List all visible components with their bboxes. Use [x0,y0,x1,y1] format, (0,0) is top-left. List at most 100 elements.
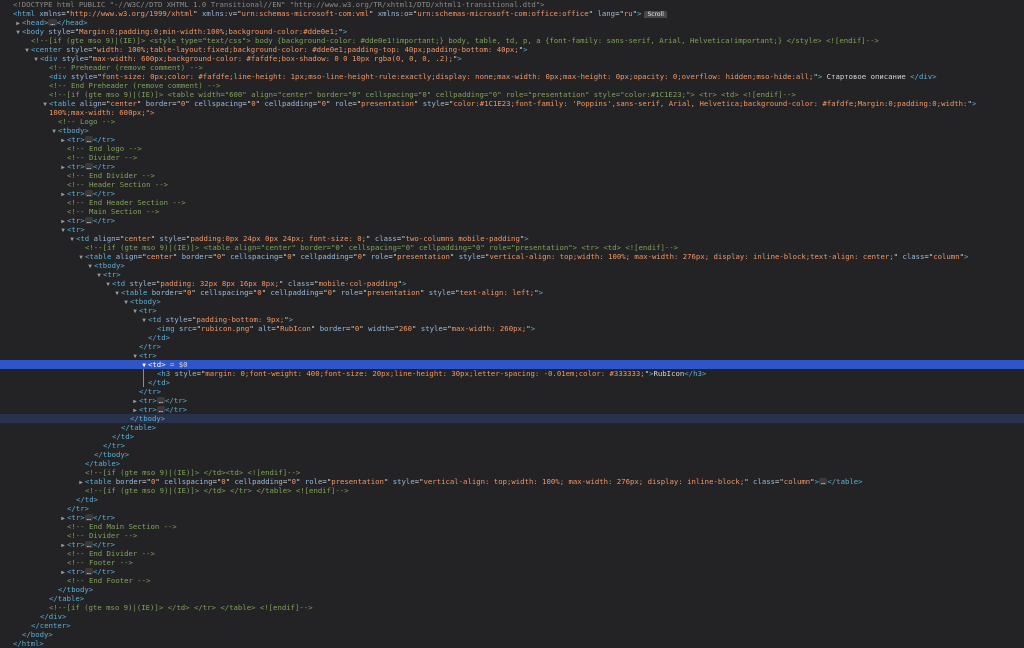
dom-node-row[interactable]: ▶ <tr>… </tr> [0,396,1024,405]
expand-arrow-icon[interactable]: ▶ [59,541,67,549]
dom-node-row[interactable]: </html> [0,639,1024,648]
expand-arrow-icon[interactable]: ▶ [131,397,139,405]
dom-node-row[interactable]: <!-- Logo --> [0,117,1024,126]
collapsed-ellipsis[interactable]: … [48,19,57,26]
dom-node-row[interactable]: <!--[if (gte mso 9)|(IE)]> <table align=… [0,243,1024,252]
dom-node-row[interactable]: </tbody> [0,450,1024,459]
dom-node-row[interactable]: ▶ <tr>… </tr> [0,405,1024,414]
dom-node-row[interactable]: </tr> [0,441,1024,450]
collapsed-ellipsis[interactable]: … [84,541,94,548]
collapsed-ellipsis[interactable]: … [84,568,94,575]
collapse-arrow-icon[interactable]: ▼ [113,289,121,297]
collapse-arrow-icon[interactable]: ▼ [77,253,85,261]
dom-node-row[interactable]: </tbody> [0,585,1024,594]
dom-node-row[interactable]: </body> [0,630,1024,639]
dom-node-row[interactable]: ▼ <table align="center" border="0" cellsp… [0,99,1024,108]
dom-node-row[interactable]: ▼ <tr> [0,306,1024,315]
expand-arrow-icon[interactable]: ▶ [59,190,67,198]
dom-node-row[interactable]: ▼ <tr> [0,270,1024,279]
dom-node-row[interactable]: <!-- Main Section --> [0,207,1024,216]
dom-node-row[interactable]: <!-- Preheader (remove comment) --> [0,63,1024,72]
collapse-arrow-icon[interactable]: ▼ [32,55,40,63]
expand-arrow-icon[interactable]: ▶ [59,217,67,225]
expand-arrow-icon[interactable]: ▶ [14,19,22,27]
collapsed-ellipsis[interactable]: … [84,217,94,224]
dom-node-row[interactable]: <!-- Divider --> [0,153,1024,162]
dom-node-row[interactable]: <!-- End Footer --> [0,576,1024,585]
dom-node-row[interactable]: ▼ <tbody> [0,261,1024,270]
dom-node-row[interactable]: </tbody> [0,414,1024,423]
dom-node-row[interactable]: </td> [0,495,1024,504]
scroll-badge[interactable]: Scroll [644,11,667,18]
dom-node-row[interactable]: ▶ <tr>… </tr> [0,513,1024,522]
collapsed-ellipsis[interactable]: … [84,514,94,521]
dom-node-row[interactable]: <!-- End Divider --> [0,171,1024,180]
dom-node-row[interactable]: ▶ <table border="0" cellspacing="0" cellp… [0,477,1024,486]
dom-node-row[interactable]: <html xmlns="http://www.w3.org/1999/xhtm… [0,9,1024,18]
collapsed-ellipsis[interactable]: … [156,406,166,413]
dom-node-row[interactable]: </td> [0,333,1024,342]
dom-node-row[interactable]: ▶ <tr>… </tr> [0,540,1024,549]
collapse-arrow-icon[interactable]: ▼ [86,262,94,270]
dom-node-row[interactable]: </tr> [0,504,1024,513]
dom-node-row[interactable]: ▼ <td style="padding-bottom: 9px;"> [0,315,1024,324]
dom-node-row[interactable]: </td> [0,378,1024,387]
dom-node-row[interactable]: </center> [0,621,1024,630]
dom-node-row[interactable]: </tr> [0,387,1024,396]
collapse-arrow-icon[interactable]: ▼ [131,352,139,360]
expand-arrow-icon[interactable]: ▶ [77,478,85,486]
dom-node-row[interactable]: <img src="rubicon.png" alt="RubIcon" bor… [0,324,1024,333]
dom-node-row[interactable]: </td> [0,432,1024,441]
dom-node-row[interactable]: ▼ <table border="0" cellspacing="0" cellp… [0,288,1024,297]
dom-node-row[interactable]: </tr> [0,342,1024,351]
dom-node-row[interactable]: <h3 style="margin: 0;font-weight: 400;fo… [0,369,1024,378]
dom-node-row[interactable]: ▶ <tr>… </tr> [0,567,1024,576]
dom-node-row[interactable]: ▶ <tr>… </tr> [0,189,1024,198]
dom-node-row[interactable]: <!-- Footer --> [0,558,1024,567]
collapse-arrow-icon[interactable]: ▼ [23,46,31,54]
dom-node-row[interactable]: ▼ <table align="center" border="0" cellsp… [0,252,1024,261]
collapsed-ellipsis[interactable]: … [84,190,94,197]
collapse-arrow-icon[interactable]: ▼ [59,226,67,234]
collapse-arrow-icon[interactable]: ▼ [95,271,103,279]
dom-node-row[interactable]: <!-- End Main Section --> [0,522,1024,531]
expand-arrow-icon[interactable]: ▶ [59,163,67,171]
dom-node-row[interactable]: ▼ <div style="max-width: 600px;background… [0,54,1024,63]
expand-arrow-icon[interactable]: ▶ [59,568,67,576]
dom-node-row[interactable]: <div style="font-size: 0px;color: #fafdf… [0,72,1024,81]
collapse-arrow-icon[interactable]: ▼ [50,127,58,135]
dom-node-row[interactable]: ▼ <tr> [0,225,1024,234]
dom-node-row[interactable]: ▼ <td align="center" style="padding:0px 2… [0,234,1024,243]
dom-node-row[interactable]: </table> [0,594,1024,603]
collapse-arrow-icon[interactable]: ▼ [140,316,148,324]
dom-node-row[interactable]: </table> [0,423,1024,432]
dom-node-row[interactable]: ▶ <head>… </head> [0,18,1024,27]
dom-node-row[interactable]: ▼ <tbody> [0,297,1024,306]
dom-node-row[interactable]: ▼ <center style="width: 100%;table-layout… [0,45,1024,54]
dom-node-row[interactable]: ▼ <td style="padding: 32px 8px 16px 8px;"… [0,279,1024,288]
dom-node-row[interactable]: <!-- Divider --> [0,531,1024,540]
dom-node-row[interactable]: <!DOCTYPE html PUBLIC "-//W3C//DTD XHTML… [0,0,1024,9]
dom-node-row[interactable]: <!--[if (gte mso 9)|(IE)]> </td><td> <![… [0,468,1024,477]
collapse-arrow-icon[interactable]: ▼ [41,100,49,108]
collapse-arrow-icon[interactable]: ▼ [131,307,139,315]
dom-node-row[interactable]: ▶ <tr>… </tr> [0,162,1024,171]
expand-arrow-icon[interactable]: ▶ [59,136,67,144]
dom-node-row[interactable]: <!--[if (gte mso 9)|(IE)]> <table width=… [0,90,1024,99]
dom-node-row[interactable]: <!-- End Preheader (remove comment) --> [0,81,1024,90]
collapse-arrow-icon[interactable]: ▼ [104,280,112,288]
dom-node-row[interactable]: <!-- End logo --> [0,144,1024,153]
collapsed-ellipsis[interactable]: … [84,136,94,143]
collapse-arrow-icon[interactable]: ▼ [68,235,76,243]
dom-node-row[interactable]: <!--[if (gte mso 9)|(IE)]> <style type="… [0,36,1024,45]
dom-node-row[interactable]: ▼ <tr> [0,351,1024,360]
dom-node-row[interactable]: <!-- End Divider --> [0,549,1024,558]
collapse-arrow-icon[interactable]: ▼ [122,298,130,306]
dom-node-row[interactable]: ▼ <td> = $0 [0,360,1024,369]
collapsed-ellipsis[interactable]: … [84,163,94,170]
collapsed-ellipsis[interactable]: … [156,397,166,404]
dom-node-row[interactable]: ▼ <tbody> [0,126,1024,135]
dom-node-row[interactable]: <!-- Header Section --> [0,180,1024,189]
dom-node-row[interactable]: 100%;max-width: 600px;"> [0,108,1024,117]
collapse-arrow-icon[interactable]: ▼ [14,28,22,36]
